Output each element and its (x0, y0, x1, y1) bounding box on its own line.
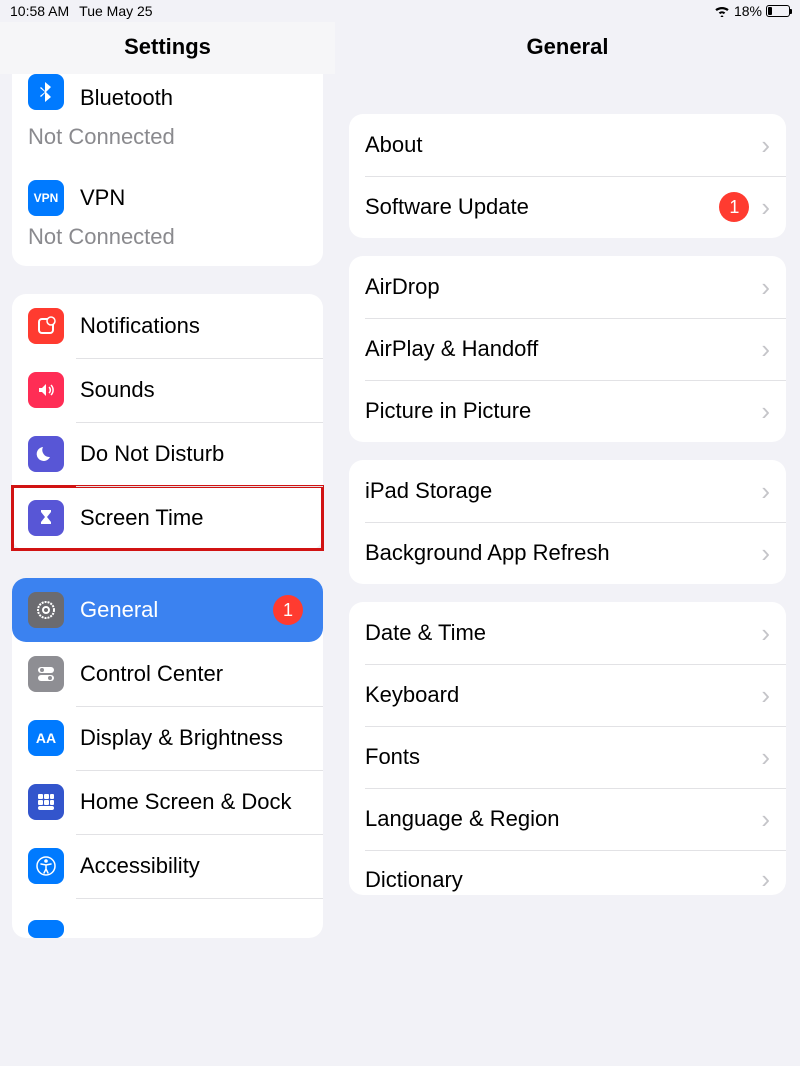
moon-icon (28, 436, 64, 472)
chevron-right-icon: › (761, 680, 770, 711)
icon-cutoff (28, 920, 64, 938)
status-time: 10:58 AM (10, 3, 69, 19)
chevron-right-icon: › (761, 538, 770, 569)
detail-item-label: iPad Storage (365, 478, 761, 503)
detail-item-fonts[interactable]: Fonts › (349, 726, 786, 788)
detail-item-lang[interactable]: Language & Region › (349, 788, 786, 850)
status-bar: 10:58 AM Tue May 25 18% (0, 0, 800, 22)
wifi-icon (714, 5, 730, 17)
grid-icon (28, 784, 64, 820)
sidebar-item-label: Do Not Disturb (80, 441, 307, 466)
settings-sidebar: Settings Bluetooth Not Connected VPN VPN… (0, 22, 335, 1066)
sidebar-title: Settings (0, 22, 335, 74)
sidebar-item-label: General (80, 597, 273, 622)
chevron-right-icon: › (761, 272, 770, 303)
sidebar-item-label: Bluetooth (80, 85, 307, 110)
sidebar-item-vpn[interactable]: VPN VPN (12, 162, 323, 224)
detail-item-keyboard[interactable]: Keyboard › (349, 664, 786, 726)
chevron-right-icon: › (761, 618, 770, 649)
sidebar-item-label: Accessibility (80, 853, 307, 878)
battery-percent: 18% (734, 3, 762, 19)
detail-item-label: Picture in Picture (365, 398, 761, 423)
sidebar-item-label: VPN (80, 185, 307, 210)
chevron-right-icon: › (761, 476, 770, 507)
detail-item-datetime[interactable]: Date & Time › (349, 602, 786, 664)
detail-group-3: Date & Time › Keyboard › Fonts › Languag… (349, 602, 786, 895)
sidebar-item-dnd[interactable]: Do Not Disturb (12, 422, 323, 486)
status-date: Tue May 25 (79, 3, 152, 19)
detail-item-bgrefresh[interactable]: Background App Refresh › (349, 522, 786, 584)
bluetooth-status: Not Connected (12, 124, 323, 162)
bluetooth-icon (28, 74, 64, 110)
toggles-icon (28, 656, 64, 692)
chevron-right-icon: › (761, 334, 770, 365)
sidebar-item-label: Control Center (80, 661, 307, 686)
detail-item-label: AirDrop (365, 274, 761, 299)
notification-badge: 1 (719, 192, 749, 222)
sidebar-item-label: Display & Brightness (80, 725, 307, 750)
chevron-right-icon: › (761, 864, 770, 895)
detail-item-label: Language & Region (365, 806, 761, 831)
chevron-right-icon: › (761, 130, 770, 161)
detail-group-2: iPad Storage › Background App Refresh › (349, 460, 786, 584)
detail-item-airdrop[interactable]: AirDrop › (349, 256, 786, 318)
sidebar-item-cutoff[interactable] (12, 898, 323, 938)
sidebar-item-display[interactable]: AA Display & Brightness (12, 706, 323, 770)
sidebar-item-bluetooth[interactable]: Bluetooth (12, 74, 323, 124)
sidebar-group-connectivity: Bluetooth Not Connected VPN VPN Not Conn… (12, 74, 323, 266)
detail-item-label: Keyboard (365, 682, 761, 707)
detail-item-software-update[interactable]: Software Update 1 › (349, 176, 786, 238)
detail-item-label: Background App Refresh (365, 540, 761, 565)
sidebar-group-alerts: Notifications Sounds Do Not Disturb (12, 294, 323, 550)
sidebar-item-notifications[interactable]: Notifications (12, 294, 323, 358)
detail-item-label: Dictionary (365, 867, 761, 892)
chevron-right-icon: › (761, 396, 770, 427)
notification-badge: 1 (273, 595, 303, 625)
chevron-right-icon: › (761, 192, 770, 223)
sidebar-item-general[interactable]: General 1 (12, 578, 323, 642)
sidebar-item-label: Notifications (80, 313, 307, 338)
detail-title: General (335, 22, 800, 74)
text-size-icon: AA (28, 720, 64, 756)
detail-item-label: Fonts (365, 744, 761, 769)
sidebar-item-accessibility[interactable]: Accessibility (12, 834, 323, 898)
general-detail: General About › Software Update 1 › AirD… (335, 22, 800, 1066)
detail-item-label: About (365, 132, 761, 157)
vpn-status: Not Connected (12, 224, 323, 266)
sounds-icon (28, 372, 64, 408)
detail-item-pip[interactable]: Picture in Picture › (349, 380, 786, 442)
detail-group-1: AirDrop › AirPlay & Handoff › Picture in… (349, 256, 786, 442)
detail-item-airplay[interactable]: AirPlay & Handoff › (349, 318, 786, 380)
detail-item-label: AirPlay & Handoff (365, 336, 761, 361)
accessibility-icon (28, 848, 64, 884)
battery-icon (766, 5, 790, 17)
vpn-icon: VPN (28, 180, 64, 216)
detail-group-0: About › Software Update 1 › (349, 114, 786, 238)
hourglass-icon (28, 500, 64, 536)
sidebar-item-control-center[interactable]: Control Center (12, 642, 323, 706)
detail-item-label: Software Update (365, 194, 719, 219)
sidebar-group-general: General 1 Control Center AA Display & Br… (12, 578, 323, 938)
detail-item-label: Date & Time (365, 620, 761, 645)
notifications-icon (28, 308, 64, 344)
gear-icon (28, 592, 64, 628)
sidebar-item-sounds[interactable]: Sounds (12, 358, 323, 422)
sidebar-item-label: Screen Time (80, 505, 307, 530)
detail-item-about[interactable]: About › (349, 114, 786, 176)
detail-item-dict[interactable]: Dictionary › (349, 850, 786, 895)
detail-item-storage[interactable]: iPad Storage › (349, 460, 786, 522)
sidebar-item-label: Sounds (80, 377, 307, 402)
sidebar-item-screentime[interactable]: Screen Time (12, 486, 323, 550)
sidebar-item-label: Home Screen & Dock (80, 789, 307, 814)
chevron-right-icon: › (761, 742, 770, 773)
chevron-right-icon: › (761, 804, 770, 835)
sidebar-item-homescreen[interactable]: Home Screen & Dock (12, 770, 323, 834)
